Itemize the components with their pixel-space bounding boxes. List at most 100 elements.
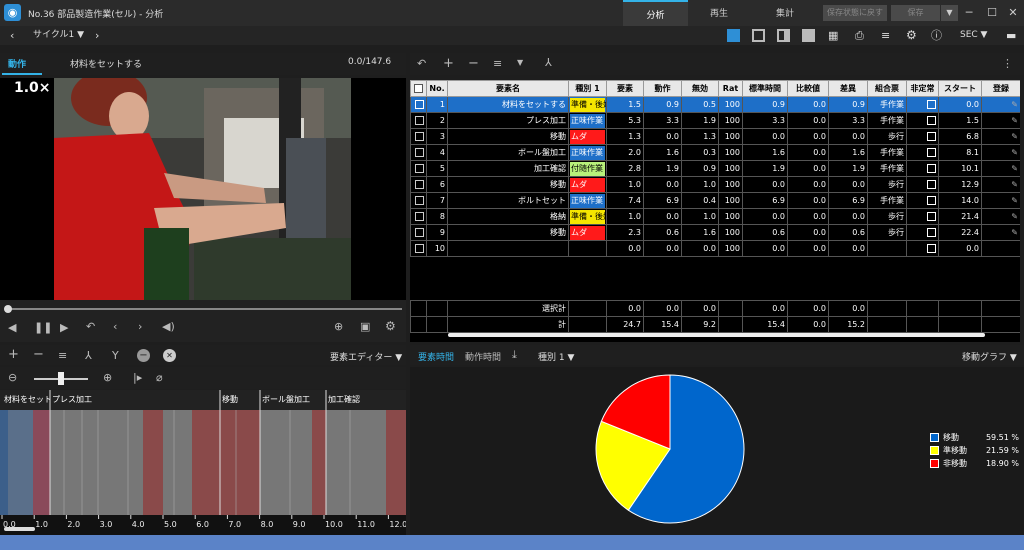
table-horizontal-scrollbar[interactable] bbox=[448, 333, 985, 337]
row-standard-time[interactable]: 1.9 bbox=[742, 160, 788, 177]
row-nonstandard-cell[interactable] bbox=[906, 224, 939, 241]
row-start[interactable]: 14.0 bbox=[938, 192, 982, 209]
row-rating[interactable]: 100 bbox=[718, 224, 743, 241]
row-comparison[interactable]: 0.0 bbox=[787, 128, 829, 145]
tab-playback[interactable]: 再生 bbox=[688, 0, 750, 26]
edit-pencil-icon[interactable]: ✎ bbox=[1011, 100, 1018, 109]
row-difference[interactable]: 1.6 bbox=[828, 144, 868, 161]
row-invalid-time[interactable]: 0.4 bbox=[681, 192, 719, 209]
motion-tab[interactable]: 動作 bbox=[8, 57, 26, 70]
row-nonstandard-checkbox[interactable] bbox=[927, 244, 936, 253]
row-motion-time[interactable]: 0.0 bbox=[643, 128, 682, 145]
row-nonstandard-cell[interactable] bbox=[906, 240, 939, 257]
editor-add-icon[interactable]: + bbox=[8, 347, 19, 362]
row-rating[interactable]: 100 bbox=[718, 192, 743, 209]
row-difference[interactable]: 0.9 bbox=[828, 96, 868, 113]
table-row[interactable]: 1材料をセットする準備・後始1.50.90.51000.90.00.9手作業0.… bbox=[410, 96, 1020, 113]
row-nonstandard-cell[interactable] bbox=[906, 176, 939, 193]
row-motion-time[interactable]: 1.6 bbox=[643, 144, 682, 161]
row-comparison[interactable]: 0.0 bbox=[787, 192, 829, 209]
format-dropdown-icon[interactable]: ▼ bbox=[517, 58, 523, 67]
row-checkbox[interactable] bbox=[415, 196, 424, 205]
row-element-name[interactable]: 格納 bbox=[447, 208, 569, 225]
download-icon[interactable]: ⤓ bbox=[512, 348, 517, 362]
mute-mic-icon[interactable]: ⌀ bbox=[156, 371, 163, 384]
edit-pencil-icon[interactable]: ✎ bbox=[1011, 164, 1018, 173]
layout-single-icon[interactable] bbox=[802, 29, 815, 42]
row-nonstandard-checkbox[interactable] bbox=[927, 132, 936, 141]
prev-frame-icon[interactable]: ‹ bbox=[113, 320, 117, 333]
edit-pencil-icon[interactable]: ✎ bbox=[1011, 196, 1018, 205]
row-checkbox-cell[interactable] bbox=[410, 96, 427, 113]
play-icon[interactable]: ▶ bbox=[60, 321, 68, 334]
row-checkbox-cell[interactable] bbox=[410, 192, 427, 209]
row-invalid-time[interactable]: 0.9 bbox=[681, 160, 719, 177]
col-nonstandard[interactable]: 非定常 bbox=[906, 80, 939, 97]
edit-pencil-icon[interactable]: ✎ bbox=[1011, 148, 1018, 157]
row-rating[interactable]: 100 bbox=[718, 208, 743, 225]
tab-element-time[interactable]: 要素時間 bbox=[418, 350, 454, 363]
row-motion-time[interactable]: 0.0 bbox=[643, 176, 682, 193]
row-standard-time[interactable]: 1.6 bbox=[742, 144, 788, 161]
edit-pencil-icon[interactable]: ✎ bbox=[1011, 116, 1018, 125]
table-row[interactable]: 9 移動 ムダ 2.3 0.6 1.6 100 0.6 0.0 0.6 歩行 22.4 ✎ bbox=[410, 224, 1020, 241]
next-cycle-icon[interactable]: › bbox=[95, 26, 99, 45]
row-checkbox[interactable] bbox=[415, 212, 424, 221]
edit-pencil-icon[interactable]: ✎ bbox=[1011, 212, 1018, 221]
table-row[interactable]: 4 ボール盤加工 正味作業 2.0 1.6 0.3 100 1.6 0.0 1.6 手作業 8.1 ✎ bbox=[410, 144, 1020, 161]
graph-dropdown[interactable]: 移動グラフ ▼ bbox=[962, 350, 1017, 363]
timeline[interactable]: 0.0 1.0 2.0 3.0 4.0 5.0 6.0 7.0 8.0 9.0 10.0 11.0 12… bbox=[0, 390, 407, 535]
row-comparison[interactable]: 0.0 bbox=[787, 160, 829, 177]
row-edit-cell[interactable]: ✎ bbox=[981, 176, 1020, 193]
row-type-cell[interactable]: 準備・後始 bbox=[568, 208, 607, 225]
next-frame-icon[interactable]: › bbox=[138, 320, 142, 333]
row-edit-cell[interactable]: ✎ bbox=[981, 96, 1020, 113]
table-row[interactable]: 2 プレス加工 正味作業 5.3 3.3 1.9 100 3.3 0.0 3.3 手作業 1.5 ✎ bbox=[410, 112, 1020, 129]
row-nonstandard-checkbox[interactable] bbox=[927, 100, 936, 109]
table-row[interactable]: 10 0.0 0.0 0.0 100 0.0 0.0 0.0 0.0 bbox=[410, 240, 1020, 257]
step-back-icon[interactable]: ◀ bbox=[8, 321, 16, 334]
row-invalid-time[interactable]: 0.5 bbox=[681, 96, 719, 113]
row-start[interactable]: 0.0 bbox=[938, 240, 982, 257]
row-difference[interactable]: 6.9 bbox=[828, 192, 868, 209]
revert-save-state-button[interactable]: 保存状態に戻す bbox=[823, 5, 887, 21]
row-rating[interactable]: 100 bbox=[718, 128, 743, 145]
col-standard-time[interactable]: 標準時間 bbox=[742, 80, 788, 97]
editor-clear-icon[interactable]: ✕ bbox=[163, 349, 176, 362]
col-difference[interactable]: 差異 bbox=[828, 80, 868, 97]
edit-pencil-icon[interactable]: ✎ bbox=[1011, 228, 1018, 237]
row-element-time[interactable]: 5.3 bbox=[606, 112, 644, 129]
print-icon[interactable]: ⎙ bbox=[855, 26, 864, 45]
settings-icon[interactable]: ⚙ bbox=[906, 26, 917, 45]
editor-split-icon[interactable]: ⅄ bbox=[85, 349, 92, 362]
row-edit-cell[interactable]: ✎ bbox=[981, 112, 1020, 129]
col-invalid[interactable]: 無効 bbox=[681, 80, 719, 97]
row-checkbox-cell[interactable] bbox=[410, 224, 427, 241]
table-row[interactable]: 5 加工確認 付随作業 2.8 1.9 0.9 100 1.9 0.0 1.9 手作業 10.1 ✎ bbox=[410, 160, 1020, 177]
cycle-selector[interactable]: サイクル1 ▼ bbox=[33, 26, 84, 45]
row-type-cell[interactable] bbox=[568, 240, 607, 257]
row-combination[interactable]: 歩行 bbox=[867, 208, 907, 225]
row-element-time[interactable]: 2.3 bbox=[606, 224, 644, 241]
row-type-cell[interactable]: 正味作業 bbox=[568, 192, 607, 209]
row-comparison[interactable]: 0.0 bbox=[787, 240, 829, 257]
row-combination[interactable]: 手作業 bbox=[867, 192, 907, 209]
info-icon[interactable]: ⓘ bbox=[931, 26, 942, 45]
row-type-cell[interactable]: ムダ bbox=[568, 176, 607, 193]
row-edit-cell[interactable]: ✎ bbox=[981, 144, 1020, 161]
edit-pencil-icon[interactable]: ✎ bbox=[1011, 180, 1018, 189]
row-motion-time[interactable]: 1.9 bbox=[643, 160, 682, 177]
row-element-time[interactable]: 0.0 bbox=[606, 240, 644, 257]
row-combination[interactable]: 歩行 bbox=[867, 224, 907, 241]
row-nonstandard-cell[interactable] bbox=[906, 96, 939, 113]
row-type-cell[interactable]: ムダ bbox=[568, 224, 607, 241]
row-checkbox-cell[interactable] bbox=[410, 176, 427, 193]
row-checkbox[interactable] bbox=[415, 148, 424, 157]
row-checkbox-cell[interactable] bbox=[410, 160, 427, 177]
maximize-icon[interactable]: ☐ bbox=[981, 3, 1003, 23]
row-nonstandard-cell[interactable] bbox=[906, 160, 939, 177]
row-difference[interactable]: 3.3 bbox=[828, 112, 868, 129]
row-type-cell[interactable]: 正味作業 bbox=[568, 112, 607, 129]
row-edit-cell[interactable]: ✎ bbox=[981, 208, 1020, 225]
row-start[interactable]: 22.4 bbox=[938, 224, 982, 241]
